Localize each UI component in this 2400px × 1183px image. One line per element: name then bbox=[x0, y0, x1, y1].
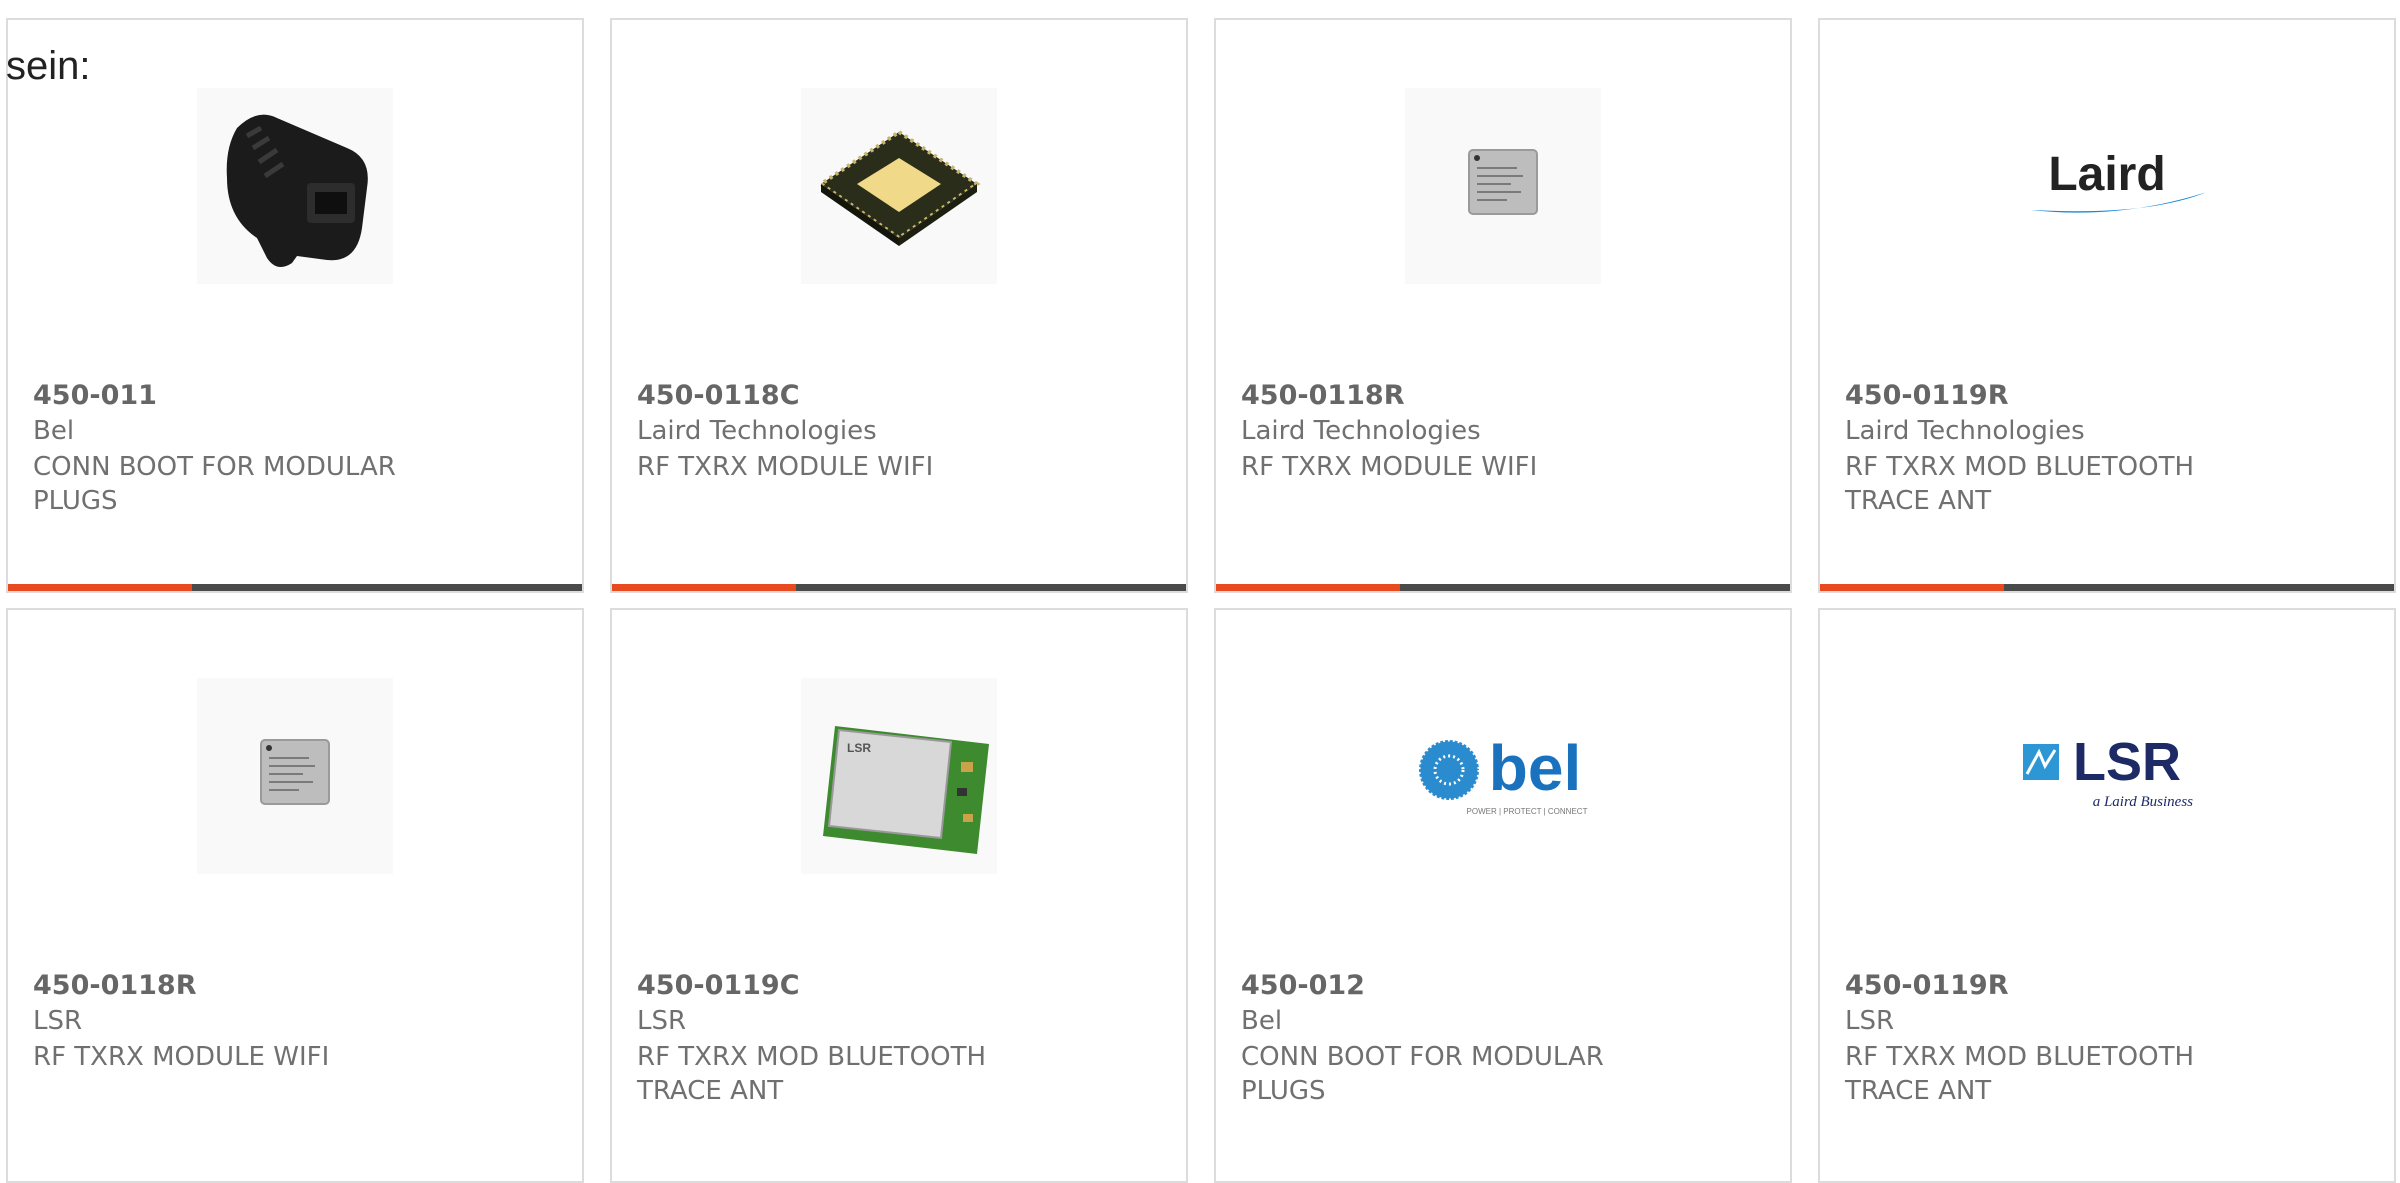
laird-logo-icon: Laird bbox=[2031, 148, 2205, 213]
lsr-logo-text: LSR bbox=[2073, 732, 2181, 792]
product-image[interactable]: LSR a Laird Business bbox=[2009, 678, 2205, 874]
product-image[interactable] bbox=[1405, 88, 1601, 284]
description: RF TXRX MODULE WIFI bbox=[637, 452, 934, 482]
progress-bar bbox=[1216, 584, 1790, 591]
lead-text: sein: bbox=[6, 44, 91, 88]
part-number[interactable]: 450-0118C bbox=[637, 380, 800, 411]
description: CONN BOOT FOR MODULAR PLUGS bbox=[1241, 1042, 1604, 1106]
manufacturer: LSR bbox=[1845, 1006, 1895, 1036]
lsr-tagline: a Laird Business bbox=[2093, 794, 2193, 810]
progress-bar bbox=[612, 584, 1186, 591]
product-image[interactable]: bel POWER | PROTECT | CONNECT bbox=[1405, 678, 1601, 874]
product-card[interactable]: 450-0118C Laird Technologies RF TXRX MOD… bbox=[610, 18, 1188, 593]
manufacturer: LSR bbox=[33, 1006, 83, 1036]
product-card[interactable]: Laird 450-0119R Laird Technologies RF TX… bbox=[1818, 18, 2396, 593]
product-grid: 450-011 Bel CONN BOOT FOR MODULAR PLUGS … bbox=[0, 0, 2400, 1183]
manufacturer: Bel bbox=[33, 416, 75, 446]
qfn-chip-icon bbox=[817, 129, 981, 246]
product-image[interactable] bbox=[801, 88, 997, 284]
product-card[interactable]: 450-011 Bel CONN BOOT FOR MODULAR PLUGS bbox=[6, 18, 584, 593]
description: RF TXRX MODULE WIFI bbox=[33, 1042, 330, 1072]
bel-logo-icon: bel POWER | PROTECT | CONNECT bbox=[1417, 732, 1588, 816]
description: RF TXRX MODULE WIFI bbox=[1241, 452, 1538, 482]
description: RF TXRX MOD BLUETOOTH TRACE ANT bbox=[1845, 1042, 2195, 1106]
part-number[interactable]: 450-011 bbox=[33, 380, 157, 411]
chip-label: LSR bbox=[847, 741, 871, 755]
silver-chip-icon bbox=[260, 739, 330, 805]
product-image[interactable] bbox=[197, 88, 393, 284]
progress-bar bbox=[8, 584, 582, 591]
manufacturer: LSR bbox=[637, 1006, 687, 1036]
product-image[interactable]: LSR bbox=[801, 678, 997, 874]
progress-accent bbox=[8, 584, 192, 591]
product-card[interactable]: LSR a Laird Business 450-0119R LSR RF TX… bbox=[1818, 608, 2396, 1183]
laird-logo-text: Laird bbox=[2048, 148, 2165, 201]
product-card[interactable]: 450-0118R Laird Technologies RF TXRX MOD… bbox=[1214, 18, 1792, 593]
manufacturer: Bel bbox=[1241, 1006, 1283, 1036]
product-card[interactable]: bel POWER | PROTECT | CONNECT 450-012 Be… bbox=[1214, 608, 1792, 1183]
progress-accent bbox=[1820, 584, 2004, 591]
progress-accent bbox=[1216, 584, 1400, 591]
progress-bar bbox=[1820, 584, 2394, 591]
product-image[interactable]: Laird bbox=[2009, 88, 2205, 284]
product-card[interactable]: 450-0118R LSR RF TXRX MODULE WIFI bbox=[6, 608, 584, 1183]
bel-logo-text: bel bbox=[1489, 732, 1581, 804]
part-number[interactable]: 450-0118R bbox=[33, 970, 197, 1001]
silver-chip-icon bbox=[1468, 149, 1538, 215]
manufacturer: Laird Technologies bbox=[637, 416, 877, 446]
description: RF TXRX MOD BLUETOOTH TRACE ANT bbox=[1845, 452, 2195, 516]
product-card[interactable]: LSR 450-0119C LSR RF TXRX MOD BLUETOOTH … bbox=[610, 608, 1188, 1183]
part-number[interactable]: 450-0118R bbox=[1241, 380, 1405, 411]
lsr-logo-icon: LSR a Laird Business bbox=[2023, 732, 2193, 810]
part-number[interactable]: 450-0119R bbox=[1845, 380, 2009, 411]
progress-accent bbox=[612, 584, 796, 591]
description: RF TXRX MOD BLUETOOTH TRACE ANT bbox=[637, 1042, 987, 1106]
description: CONN BOOT FOR MODULAR PLUGS bbox=[33, 452, 396, 516]
part-number[interactable]: 450-0119C bbox=[637, 970, 800, 1001]
manufacturer: Laird Technologies bbox=[1241, 416, 1481, 446]
rj45-boot-icon bbox=[226, 114, 368, 268]
lsr-module-icon: LSR bbox=[823, 726, 989, 854]
manufacturer: Laird Technologies bbox=[1845, 416, 2085, 446]
bel-tagline: POWER | PROTECT | CONNECT bbox=[1467, 807, 1588, 816]
part-number[interactable]: 450-012 bbox=[1241, 970, 1365, 1001]
product-image[interactable] bbox=[197, 678, 393, 874]
part-number[interactable]: 450-0119R bbox=[1845, 970, 2009, 1001]
